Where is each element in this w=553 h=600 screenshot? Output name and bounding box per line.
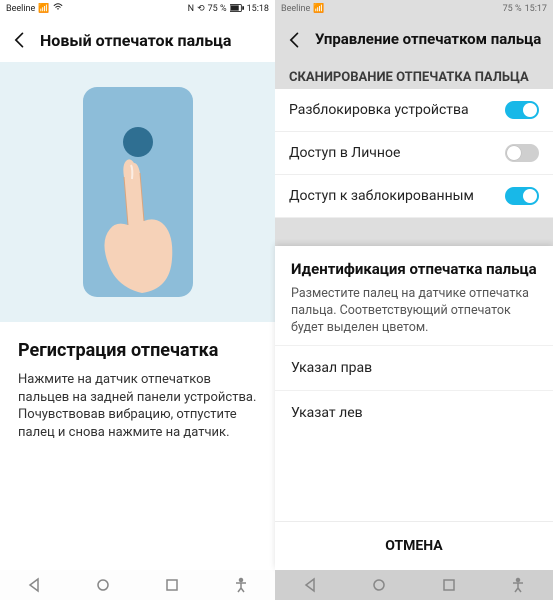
nav-recent-icon[interactable] bbox=[164, 577, 180, 593]
carrier-label: Beeline bbox=[281, 5, 310, 14]
toggle-switch[interactable] bbox=[505, 187, 539, 205]
wifi-icon bbox=[53, 3, 63, 15]
nav-accessibility-icon[interactable] bbox=[510, 577, 526, 593]
nav-back-icon[interactable] bbox=[26, 577, 42, 593]
dialog-body: Разместите палец на датчике отпечатка па… bbox=[291, 286, 537, 337]
illustration bbox=[0, 62, 275, 322]
setting-unlock-device[interactable]: Разблокировка устройства bbox=[275, 89, 553, 132]
setting-label: Разблокировка устройства bbox=[289, 102, 469, 119]
setting-label: Доступ в Личное bbox=[289, 145, 400, 162]
dialog-option-left[interactable]: Указат лев bbox=[275, 390, 553, 435]
status-bar: Beeline 📶 75 % 15:17 bbox=[275, 0, 553, 18]
screen-management: Beeline 📶 75 % 15:17 Управление отпечатк… bbox=[275, 0, 553, 600]
carrier-label: Beeline bbox=[6, 5, 35, 14]
fingerprint-dialog: Идентификация отпечатка пальца Разместит… bbox=[275, 246, 553, 570]
registration-body: Нажмите на датчик отпечатков пальцев на … bbox=[18, 371, 257, 441]
clock-text: 15:18 bbox=[247, 5, 269, 14]
nav-accessibility-icon[interactable] bbox=[233, 577, 249, 593]
dialog-option-right[interactable]: Указал прав bbox=[275, 345, 553, 390]
clock-text: 15:17 bbox=[525, 5, 547, 14]
section-header: СКАНИРОВАНИЕ ОТПЕЧАТКА ПАЛЬЦА bbox=[275, 62, 553, 89]
back-icon[interactable] bbox=[285, 30, 305, 50]
toggle-switch[interactable] bbox=[505, 144, 539, 162]
battery-text: 75 % bbox=[208, 5, 227, 14]
finger-icon bbox=[98, 155, 178, 295]
signal-icon: 📶 bbox=[313, 5, 324, 14]
nav-bar bbox=[275, 570, 553, 600]
dialog-cancel-button[interactable]: ОТМЕНА bbox=[275, 521, 553, 570]
toggle-switch[interactable] bbox=[505, 101, 539, 119]
page-title: Новый отпечаток пальца bbox=[40, 31, 231, 50]
setting-label: Доступ к заблокированным bbox=[289, 188, 474, 205]
screen-registration: Beeline 📶 N ⟲ 75 % 15:18 Новый отпечаток… bbox=[0, 0, 275, 600]
setting-private-access[interactable]: Доступ в Личное bbox=[275, 132, 553, 175]
title-bar: Новый отпечаток пальца bbox=[0, 18, 275, 62]
page-title: Управление отпечатком пальца bbox=[315, 31, 541, 48]
nav-home-icon[interactable] bbox=[371, 577, 387, 593]
back-icon[interactable] bbox=[10, 30, 30, 50]
nav-recent-icon[interactable] bbox=[441, 577, 457, 593]
registration-section: Регистрация отпечатка Нажмите на датчик … bbox=[0, 322, 275, 451]
battery-text: 75 % bbox=[503, 5, 522, 14]
setting-locked-access[interactable]: Доступ к заблокированным bbox=[275, 175, 553, 218]
status-bar: Beeline 📶 N ⟲ 75 % 15:18 bbox=[0, 0, 275, 18]
title-bar: Управление отпечатком пальца bbox=[275, 18, 553, 62]
registration-title: Регистрация отпечатка bbox=[18, 340, 257, 361]
nfc-icon: N bbox=[188, 5, 194, 14]
nav-bar bbox=[0, 570, 275, 600]
dialog-title: Идентификация отпечатка пальца bbox=[291, 260, 537, 278]
battery-icon bbox=[230, 4, 244, 15]
nav-back-icon[interactable] bbox=[302, 577, 318, 593]
nav-home-icon[interactable] bbox=[95, 577, 111, 593]
fingerprint-sensor-icon bbox=[123, 127, 153, 157]
signal-icon: 📶 bbox=[38, 5, 49, 14]
rotate-icon: ⟲ bbox=[197, 5, 205, 14]
phone-illustration bbox=[83, 87, 193, 297]
